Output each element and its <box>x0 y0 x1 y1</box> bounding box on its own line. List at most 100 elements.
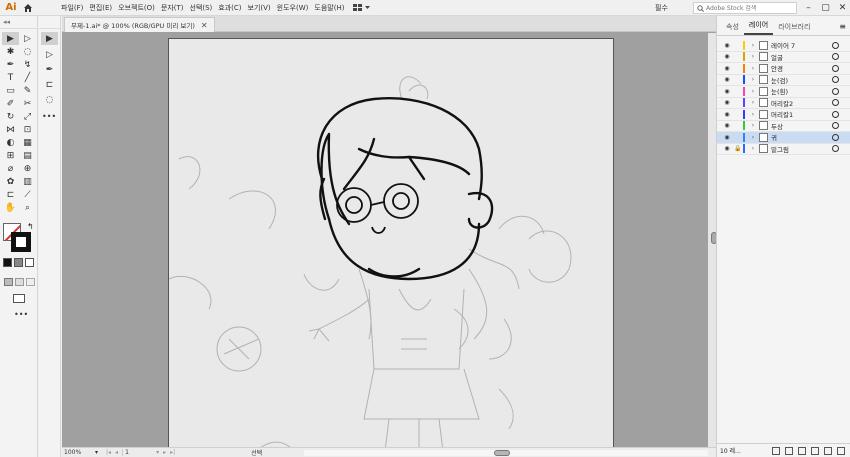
layer-row[interactable]: ◉ › 귀 <box>717 132 850 144</box>
stock-search-input[interactable] <box>706 4 796 12</box>
layer-row[interactable]: ◉ › 눈(검) <box>717 74 850 86</box>
chevron-right-icon[interactable]: › <box>749 122 757 129</box>
home-icon[interactable] <box>20 0 36 16</box>
layer-name[interactable]: 얼굴 <box>771 52 832 62</box>
zoom-select[interactable]: 100% ▾ <box>62 449 100 456</box>
eraser-tool-icon[interactable]: ✂ <box>19 97 36 110</box>
tab-layers[interactable]: 레이어 <box>743 20 774 35</box>
shaper-tool-icon[interactable]: ✐ <box>2 97 19 110</box>
gradient-mode-icon[interactable] <box>14 258 23 267</box>
first-page-icon[interactable]: |◂ <box>106 449 111 456</box>
last-page-icon[interactable]: ▸| <box>170 449 175 456</box>
close-icon[interactable]: ✕ <box>201 21 208 30</box>
paintbrush-tool-icon[interactable]: ✎ <box>19 84 36 97</box>
menu-object[interactable]: 오브젝트(O) <box>115 3 158 13</box>
eye-icon[interactable]: ◉ <box>721 74 733 85</box>
collect-export-icon[interactable] <box>772 446 780 455</box>
rectangle-tool-icon[interactable]: ▭ <box>2 84 19 97</box>
locate-object-icon[interactable] <box>785 446 793 455</box>
more-tools-icon[interactable]: ••• <box>42 112 57 121</box>
menu-view[interactable]: 보기(V) <box>245 3 274 13</box>
eye-icon[interactable]: ◉ <box>721 51 733 62</box>
scale-tool-icon[interactable]: ⤢ <box>19 110 36 123</box>
clipping-mask-icon[interactable] <box>798 446 806 455</box>
new-sublayer-icon[interactable] <box>811 446 819 455</box>
symbol-sprayer-tool-icon[interactable]: ✿ <box>2 175 19 188</box>
eye-icon[interactable]: ◉ <box>721 86 733 97</box>
close-icon[interactable]: ✕ <box>834 0 850 16</box>
line-tool-icon[interactable]: ╱ <box>19 71 36 84</box>
direct-selection-tool-icon[interactable]: ▷ <box>19 32 36 45</box>
next-page-icon[interactable]: ▸ <box>163 449 166 456</box>
target-icon[interactable] <box>832 64 839 72</box>
target-icon[interactable] <box>832 76 839 84</box>
workspace-switcher[interactable]: 필수 <box>655 3 668 13</box>
new-layer-icon[interactable] <box>824 446 832 455</box>
zoom-tool-icon[interactable]: ⌕ <box>19 201 36 214</box>
type-tool-icon[interactable]: T <box>2 71 19 84</box>
menu-select[interactable]: 선택(S) <box>187 3 216 13</box>
lasso-tool-icon[interactable]: ◌ <box>19 45 36 58</box>
panel-menu-icon[interactable]: ≡ <box>839 22 846 31</box>
layer-name[interactable]: 두상 <box>771 121 832 131</box>
screen-mode-icon[interactable] <box>13 294 25 303</box>
lock-icon[interactable]: 🔒 <box>733 145 743 152</box>
chevron-down-icon[interactable]: ▾ <box>156 449 159 456</box>
eye-icon[interactable]: ◉ <box>721 132 733 143</box>
document-tab[interactable]: 무제-1.ai* @ 100% (RGB/GPU 미리 보기) ✕ <box>64 17 215 32</box>
layer-name[interactable]: 눈(검) <box>771 75 832 85</box>
prev-page-icon[interactable]: ◂ <box>115 449 118 456</box>
maximize-icon[interactable]: ▢ <box>817 0 834 16</box>
rotate-tool-icon[interactable]: ↻ <box>2 110 19 123</box>
horizontal-scrollbar[interactable] <box>304 450 708 456</box>
layer-name[interactable]: 머리칼2 <box>771 98 832 108</box>
eye-icon[interactable]: ◉ <box>721 120 733 131</box>
menu-window[interactable]: 윈도우(W) <box>274 3 312 13</box>
target-icon[interactable] <box>832 145 839 153</box>
pen-tool-icon[interactable]: ✒ <box>41 63 58 76</box>
lasso-tool-icon[interactable]: ◌ <box>41 93 58 106</box>
menu-type[interactable]: 문자(T) <box>158 3 187 13</box>
trash-icon[interactable] <box>837 446 845 455</box>
menu-help[interactable]: 도움말(H) <box>311 3 347 13</box>
eye-icon[interactable]: ◉ <box>721 63 733 74</box>
chevron-right-icon[interactable]: › <box>749 88 757 95</box>
width-tool-icon[interactable]: ⋈ <box>2 123 19 136</box>
blend-tool-icon[interactable]: ⊕ <box>19 162 36 175</box>
eye-icon[interactable]: ◉ <box>721 97 733 108</box>
pen-tool-icon[interactable]: ✒ <box>2 58 19 71</box>
free-transform-tool-icon[interactable]: ⊡ <box>19 123 36 136</box>
color-mode-icon[interactable] <box>3 258 12 267</box>
slice-tool-icon[interactable]: ⟋ <box>19 188 36 201</box>
layer-row[interactable]: ◉ › 눈(흰) <box>717 86 850 98</box>
column-graph-tool-icon[interactable]: ▥ <box>19 175 36 188</box>
layer-row[interactable]: ◉ 🔒 › 밑그림 <box>717 144 850 155</box>
target-icon[interactable] <box>832 133 839 141</box>
target-icon[interactable] <box>832 110 839 118</box>
layer-row[interactable]: ◉ › 머리칼2 <box>717 97 850 109</box>
curvature-tool-icon[interactable]: ↯ <box>19 58 36 71</box>
layer-row[interactable]: ◉ › 머리칼1 <box>717 109 850 121</box>
eyedropper-tool-icon[interactable]: ⌀ <box>2 162 19 175</box>
artboard-number-field[interactable]: 1 <box>122 449 152 456</box>
selection-tool-icon[interactable]: ▶ <box>2 32 19 45</box>
layer-row[interactable]: ◉ › 안경 <box>717 63 850 75</box>
artboard-tool-icon[interactable]: ⊏ <box>41 78 58 91</box>
target-icon[interactable] <box>832 53 839 61</box>
draw-inside-icon[interactable] <box>26 278 35 286</box>
draw-behind-icon[interactable] <box>15 278 24 286</box>
horizontal-scroll-thumb[interactable] <box>494 450 510 456</box>
layer-name[interactable]: 눈(흰) <box>771 86 832 96</box>
layer-row[interactable]: ◉ › 레이어 7 <box>717 40 850 52</box>
layer-name[interactable]: 밑그림 <box>771 144 832 154</box>
chevron-right-icon[interactable]: › <box>749 99 757 106</box>
layer-row[interactable]: ◉ › 얼굴 <box>717 51 850 63</box>
layer-name[interactable]: 레이어 7 <box>771 40 832 50</box>
layer-name[interactable]: 귀 <box>771 132 832 142</box>
menu-file[interactable]: 파일(F) <box>58 3 86 13</box>
chevron-right-icon[interactable]: › <box>749 145 757 152</box>
artboard-tool-icon[interactable]: ⊏ <box>2 188 19 201</box>
layer-name[interactable]: 안경 <box>771 63 832 73</box>
artboard[interactable] <box>168 38 614 447</box>
arrange-documents-button[interactable] <box>353 3 371 12</box>
